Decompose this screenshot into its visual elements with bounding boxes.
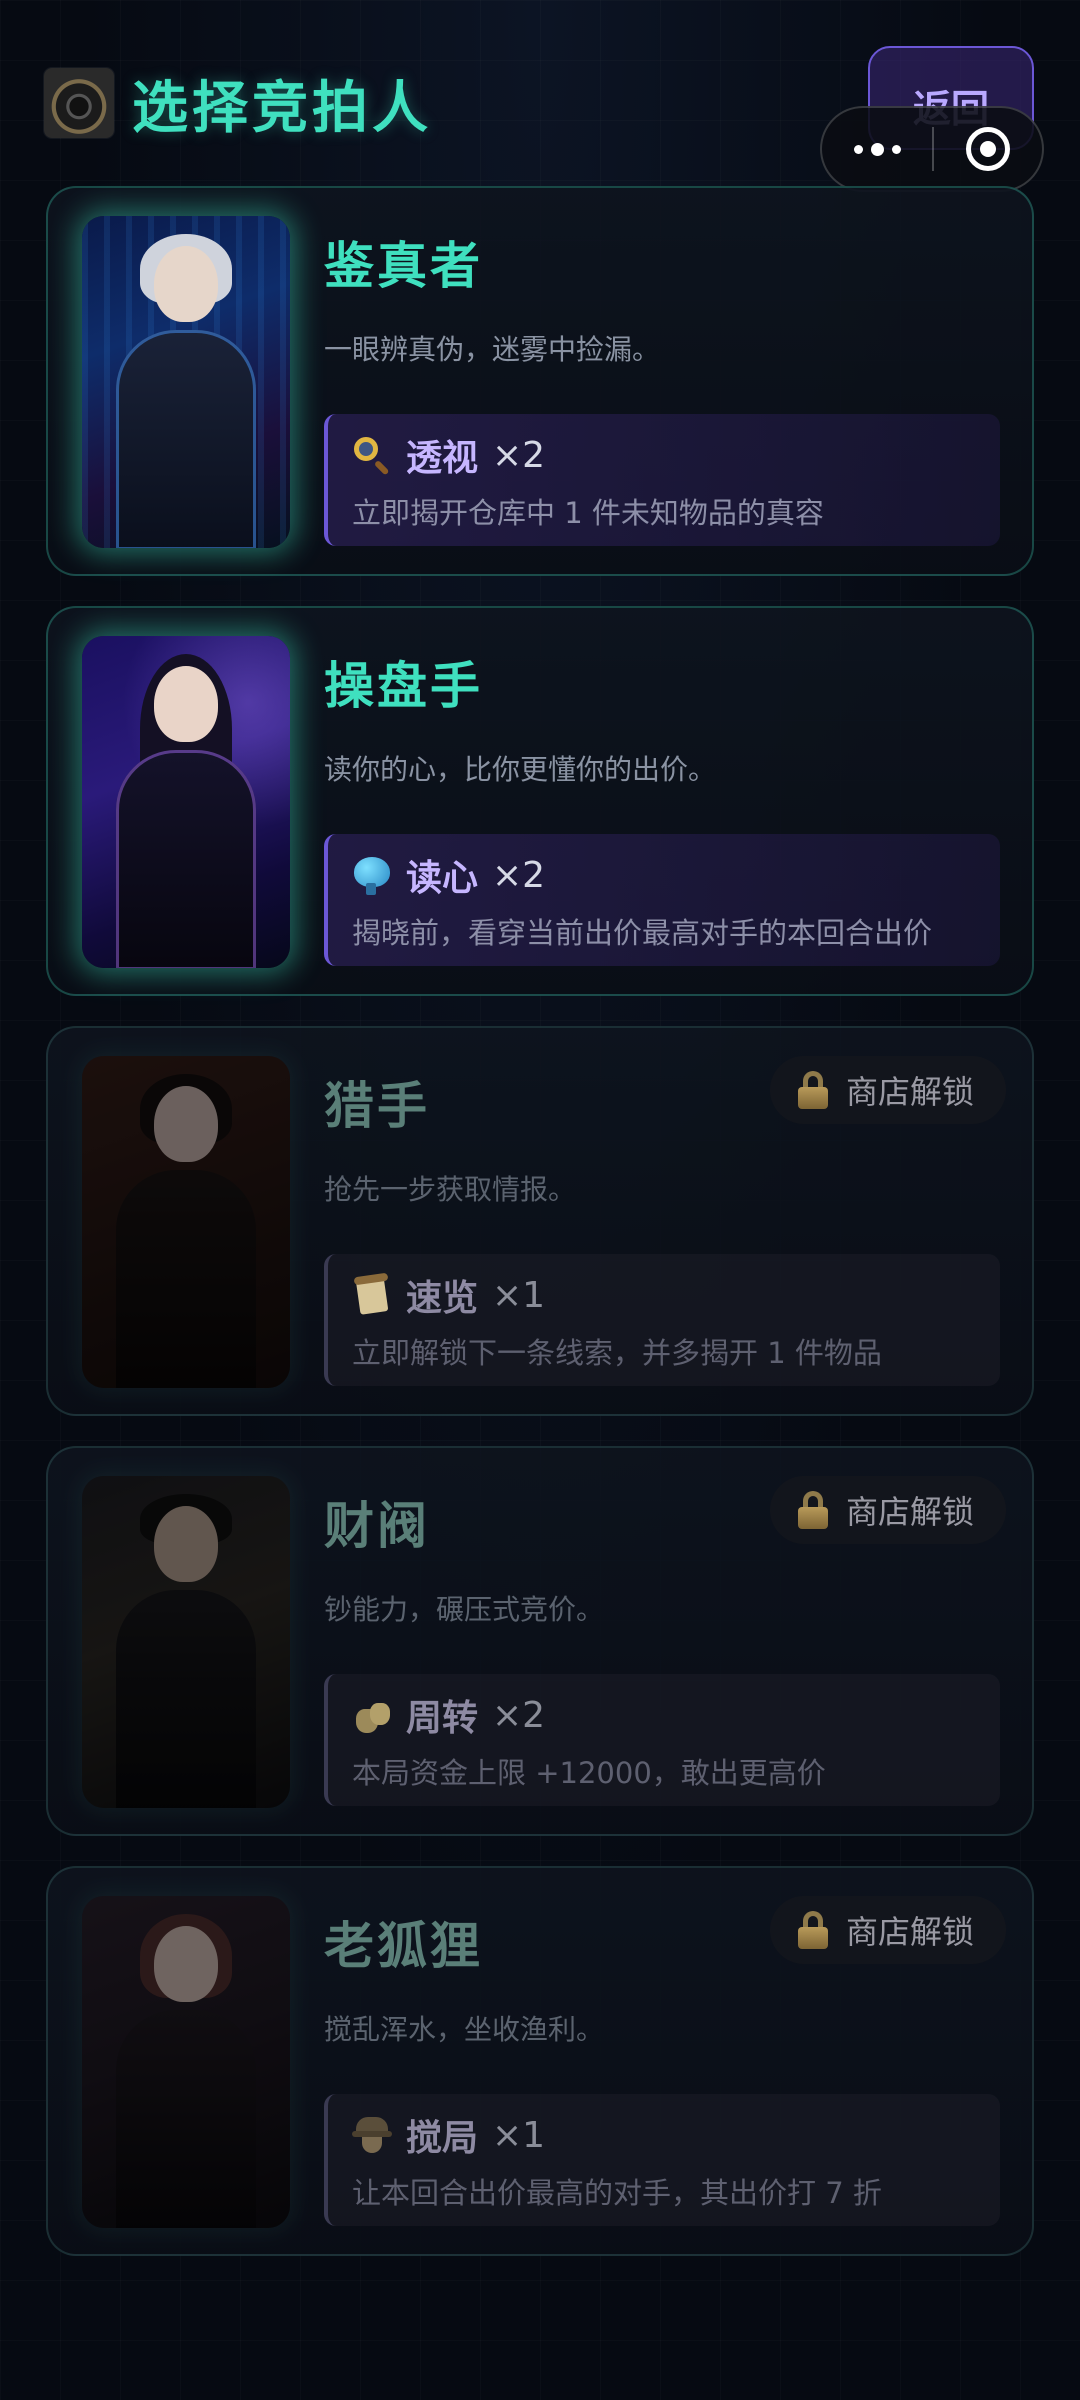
bidder-card-jianzhenzhe[interactable]: 鉴真者 一眼辨真伪，迷雾中捡漏。 透视 ×2 立即揭开仓库中 1 件未知物品的真… <box>46 186 1034 576</box>
portrait-image <box>82 636 290 968</box>
skill-count: ×1 <box>492 2114 546 2156</box>
lock-icon <box>798 1071 828 1109</box>
skill-name: 读心 <box>406 858 479 899</box>
skill-description: 本局资金上限 +12000，敢出更高价 <box>352 1756 826 1790</box>
skill-description: 立即揭开仓库中 1 件未知物品的真容 <box>352 496 824 530</box>
bidder-card-caifa[interactable]: 财阀 商店解锁 钞能力，碾压式竞价。 周转 ×2 本局资金上限 +12000，敢… <box>46 1446 1034 1836</box>
lock-icon <box>798 1491 828 1529</box>
scroll-icon <box>352 1272 392 1315</box>
skill-panel: 透视 ×2 立即揭开仓库中 1 件未知物品的真容 <box>324 414 1000 546</box>
more-menu-icon[interactable] <box>822 108 932 190</box>
skill-name: 透视 <box>406 438 479 479</box>
bidder-card-laohuli[interactable]: 老狐狸 商店解锁 搅乱浑水，坐收渔利。 搅局 ×1 让本回合出价最高的对手，其出… <box>46 1866 1034 2256</box>
bidder-description: 一眼辨真伪，迷雾中捡漏。 <box>324 333 661 366</box>
page-header: 选择竞拍人 <box>44 68 432 141</box>
bidder-name: 老狐狸 <box>324 1917 483 1975</box>
skill-panel: 读心 ×2 揭晓前，看穿当前出价最高对手的本回合出价 <box>324 834 1000 966</box>
page-title: 选择竞拍人 <box>132 75 432 141</box>
lock-label: 商店解锁 <box>846 1493 975 1531</box>
skill-description: 揭晓前，看穿当前出价最高对手的本回合出价 <box>352 916 933 950</box>
shop-unlock-badge[interactable]: 商店解锁 <box>770 1056 1006 1124</box>
skill-name: 搅局 <box>406 2118 479 2159</box>
magnifier-icon <box>352 435 392 476</box>
brain-icon <box>352 855 392 895</box>
bidder-description: 抢先一步获取情报。 <box>324 1173 577 1206</box>
bidder-name: 猎手 <box>324 1077 430 1135</box>
skill-count: ×2 <box>492 854 546 896</box>
lock-label: 商店解锁 <box>846 1913 975 1951</box>
skill-description: 让本回合出价最高的对手，其出价打 7 折 <box>352 2176 882 2210</box>
close-program-icon[interactable] <box>934 108 1042 190</box>
bidder-card-caopanshou[interactable]: 操盘手 读你的心，比你更懂你的出价。 读心 ×2 揭晓前，看穿当前出价最高对手的… <box>46 606 1034 996</box>
portrait-image <box>82 216 290 548</box>
skill-panel: 搅局 ×1 让本回合出价最高的对手，其出价打 7 折 <box>324 2094 1000 2226</box>
lock-label: 商店解锁 <box>846 1073 975 1111</box>
portrait-image <box>82 1056 290 1388</box>
portrait-image <box>82 1896 290 2228</box>
bidder-name: 财阀 <box>324 1497 430 1555</box>
lock-icon <box>798 1911 828 1949</box>
spy-icon <box>352 2115 392 2155</box>
skill-name: 速览 <box>406 1278 479 1319</box>
skill-panel: 周转 ×2 本局资金上限 +12000，敢出更高价 <box>324 1674 1000 1806</box>
bidder-description: 钞能力，碾压式竞价。 <box>324 1593 605 1626</box>
skill-panel: 速览 ×1 立即解锁下一条线索，并多揭开 1 件物品 <box>324 1254 1000 1386</box>
skill-name: 周转 <box>406 1698 479 1739</box>
shop-unlock-badge[interactable]: 商店解锁 <box>770 1476 1006 1544</box>
bidder-name: 鉴真者 <box>324 237 483 295</box>
portrait-image <box>82 1476 290 1808</box>
bidder-description: 搅乱浑水，坐收渔利。 <box>324 2013 605 2046</box>
skill-description: 立即解锁下一条线索，并多揭开 1 件物品 <box>352 1336 882 1370</box>
mini-program-capsule <box>820 106 1044 192</box>
shop-unlock-badge[interactable]: 商店解锁 <box>770 1896 1006 1964</box>
skill-count: ×2 <box>492 434 546 476</box>
bidder-card-lieshou[interactable]: 猎手 商店解锁 抢先一步获取情报。 速览 ×1 立即解锁下一条线索，并多揭开 1… <box>46 1026 1034 1416</box>
skill-count: ×2 <box>492 1694 546 1736</box>
bidder-name: 操盘手 <box>324 657 483 715</box>
money-bags-icon <box>352 1695 392 1735</box>
bidder-description: 读你的心，比你更懂你的出价。 <box>324 753 717 786</box>
skill-count: ×1 <box>492 1274 546 1316</box>
camera-lens-logo <box>44 68 114 138</box>
